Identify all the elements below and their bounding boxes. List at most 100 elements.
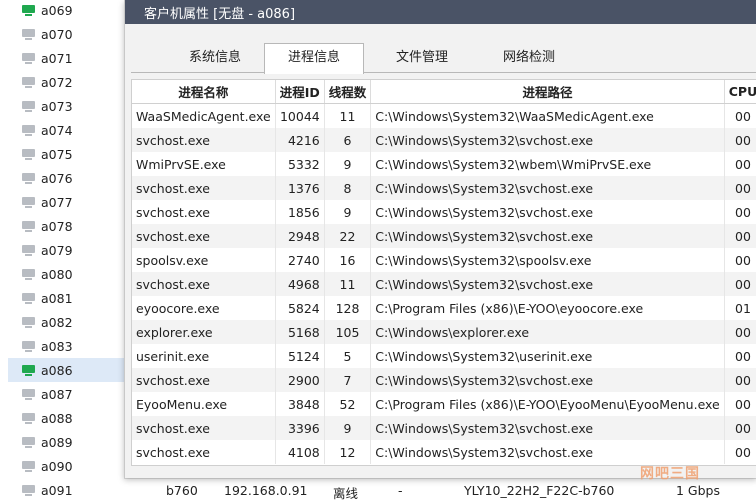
cell-process-id: 3848 xyxy=(275,392,325,416)
row-ip: 192.168.0.91 xyxy=(224,483,308,498)
machine-item[interactable]: a070 xyxy=(8,22,124,46)
tab-network-check[interactable]: 网络检测 xyxy=(480,44,578,72)
machine-item[interactable]: a075 xyxy=(8,142,124,166)
tab-process-info[interactable]: 进程信息 xyxy=(264,43,364,74)
table-row[interactable]: WaaSMedicAgent.exe 10044 11 C:\Windows\Syst… xyxy=(132,103,756,128)
row-dash: - xyxy=(398,483,403,498)
cell-cpu: 00 xyxy=(724,248,756,272)
col-process-id[interactable]: 进程ID xyxy=(275,80,325,104)
cell-process-path: C:\Windows\System32\svchost.exe xyxy=(370,224,725,248)
cell-process-id: 2948 xyxy=(275,224,325,248)
tab-file-manager[interactable]: 文件管理 xyxy=(373,44,471,72)
computer-icon xyxy=(22,196,35,208)
computer-icon xyxy=(22,244,35,256)
table-row[interactable]: spoolsv.exe 2740 16 C:\Windows\System32\spo… xyxy=(132,248,756,272)
cell-process-name: svchost.exe xyxy=(132,128,276,152)
machine-item[interactable]: a087 xyxy=(8,382,124,406)
col-cpu[interactable]: CPU xyxy=(724,80,756,104)
table-row[interactable]: WmiPrvSE.exe 5332 9 C:\Windows\System32\wbe… xyxy=(132,152,756,176)
machine-item[interactable]: a086 xyxy=(8,358,124,382)
watermark-logo: 网吧三国 xyxy=(640,466,700,482)
machine-item[interactable]: a082 xyxy=(8,310,124,334)
machine-name: a075 xyxy=(41,146,73,162)
cell-process-id: 1376 xyxy=(275,176,325,200)
row-speed: 1 Gbps xyxy=(676,483,720,498)
machine-item[interactable]: a079 xyxy=(8,238,124,262)
cell-cpu: 00 xyxy=(724,224,756,248)
cell-process-id: 5332 xyxy=(275,152,325,176)
cell-thread-count: 6 xyxy=(324,128,372,152)
computer-icon xyxy=(22,436,35,448)
machine-item[interactable]: a076 xyxy=(8,166,124,190)
cell-cpu: 00 xyxy=(724,176,756,200)
machine-item[interactable]: a073 xyxy=(8,94,124,118)
col-process-name[interactable]: 进程名称 xyxy=(132,80,276,104)
dialog-titlebar[interactable]: 客户机属性 [无盘 - a086] xyxy=(125,0,756,24)
table-row[interactable]: explorer.exe 5168 105 C:\Windows\explorer.e… xyxy=(132,320,756,344)
table-row[interactable]: userinit.exe 5124 5 C:\Windows\System32\use… xyxy=(132,344,756,368)
cell-thread-count: 7 xyxy=(324,368,372,392)
machine-item[interactable]: a081 xyxy=(8,286,124,310)
machine-item[interactable]: a090 xyxy=(8,454,124,478)
machine-name: a086 xyxy=(41,362,73,378)
machine-item[interactable]: a083 xyxy=(8,334,124,358)
tab-divider xyxy=(131,72,756,73)
cell-process-path: C:\Windows\System32\WaaSMedicAgent.exe xyxy=(370,103,725,128)
machine-name: a087 xyxy=(41,386,73,402)
cell-cpu: 00 xyxy=(724,103,756,128)
cell-cpu: 00 xyxy=(724,152,756,176)
cell-process-name: svchost.exe xyxy=(132,416,276,440)
tab-system-info[interactable]: 系统信息 xyxy=(165,44,265,72)
cell-cpu: 00 xyxy=(724,200,756,224)
cell-thread-count: 22 xyxy=(324,224,372,248)
table-row[interactable]: svchost.exe 4108 12 C:\Windows\System32\svc… xyxy=(132,440,756,464)
col-process-path[interactable]: 进程路径 xyxy=(370,80,725,104)
machine-item[interactable]: a088 xyxy=(8,406,124,430)
cell-process-path: C:\Windows\System32\svchost.exe xyxy=(370,200,725,224)
machine-item[interactable]: a091 xyxy=(8,478,124,502)
table-row[interactable]: svchost.exe 2900 7 C:\Windows\System32\svch… xyxy=(132,368,756,392)
machine-item[interactable]: a069 xyxy=(8,0,124,22)
cell-process-path: C:\Windows\System32\svchost.exe xyxy=(370,272,725,296)
machine-item[interactable]: a074 xyxy=(8,118,124,142)
cell-process-id: 2740 xyxy=(275,248,325,272)
table-row[interactable]: svchost.exe 2948 22 C:\Windows\System32\svc… xyxy=(132,224,756,248)
machine-item[interactable]: a089 xyxy=(8,430,124,454)
machine-name: a079 xyxy=(41,242,73,258)
cell-process-path: C:\Program Files (x86)\E-YOO\eyoocore.ex… xyxy=(370,296,725,320)
col-thread-count[interactable]: 线程数 xyxy=(324,80,372,104)
cell-cpu: 00 xyxy=(724,440,756,464)
cell-thread-count: 16 xyxy=(324,248,372,272)
machine-name: a071 xyxy=(41,50,73,66)
machine-item[interactable]: a072 xyxy=(8,70,124,94)
computer-icon xyxy=(22,220,35,232)
cell-cpu: 00 xyxy=(724,416,756,440)
table-row[interactable]: eyoocore.exe 5824 128 C:\Program Files (x86… xyxy=(132,296,756,320)
cell-process-path: C:\Program Files (x86)\E-YOO\EyooMenu\Ey… xyxy=(370,392,725,416)
table-row[interactable]: svchost.exe 3396 9 C:\Windows\System32\svch… xyxy=(132,416,756,440)
machine-item[interactable]: a077 xyxy=(8,190,124,214)
machine-item[interactable]: a071 xyxy=(8,46,124,70)
client-properties-dialog: 客户机属性 [无盘 - a086] 系统信息 进程信息 文件管理 网络检测 进程… xyxy=(124,0,756,478)
table-row[interactable]: svchost.exe 1856 9 C:\Windows\System32\svch… xyxy=(132,200,756,224)
cell-process-name: WaaSMedicAgent.exe xyxy=(132,103,276,128)
cell-process-id: 1856 xyxy=(275,200,325,224)
table-row[interactable]: EyooMenu.exe 3848 52 C:\Program Files (x86)… xyxy=(132,392,756,416)
table-row[interactable]: svchost.exe 4216 6 C:\Windows\System32\svch… xyxy=(132,128,756,152)
machine-name: a069 xyxy=(41,2,73,18)
cell-cpu: 00 xyxy=(724,392,756,416)
cell-process-id: 3396 xyxy=(275,416,325,440)
cell-process-name: svchost.exe xyxy=(132,176,276,200)
cell-cpu: 00 xyxy=(724,368,756,392)
machine-name: a077 xyxy=(41,194,73,210)
machine-item[interactable]: a080 xyxy=(8,262,124,286)
cell-process-path: C:\Windows\explorer.exe xyxy=(370,320,725,344)
process-table-container[interactable]: 进程名称 进程ID 线程数 进程路径 CPU 使用 WaaSMedicAgent… xyxy=(131,79,756,466)
table-row[interactable]: svchost.exe 4968 11 C:\Windows\System32\svc… xyxy=(132,272,756,296)
machine-name: a078 xyxy=(41,218,73,234)
table-row[interactable]: svchost.exe 1376 8 C:\Windows\System32\svch… xyxy=(132,176,756,200)
machine-item[interactable]: a078 xyxy=(8,214,124,238)
cell-process-id: 4968 xyxy=(275,272,325,296)
machine-name: a076 xyxy=(41,170,73,186)
cell-process-path: C:\Windows\System32\userinit.exe xyxy=(370,344,725,368)
